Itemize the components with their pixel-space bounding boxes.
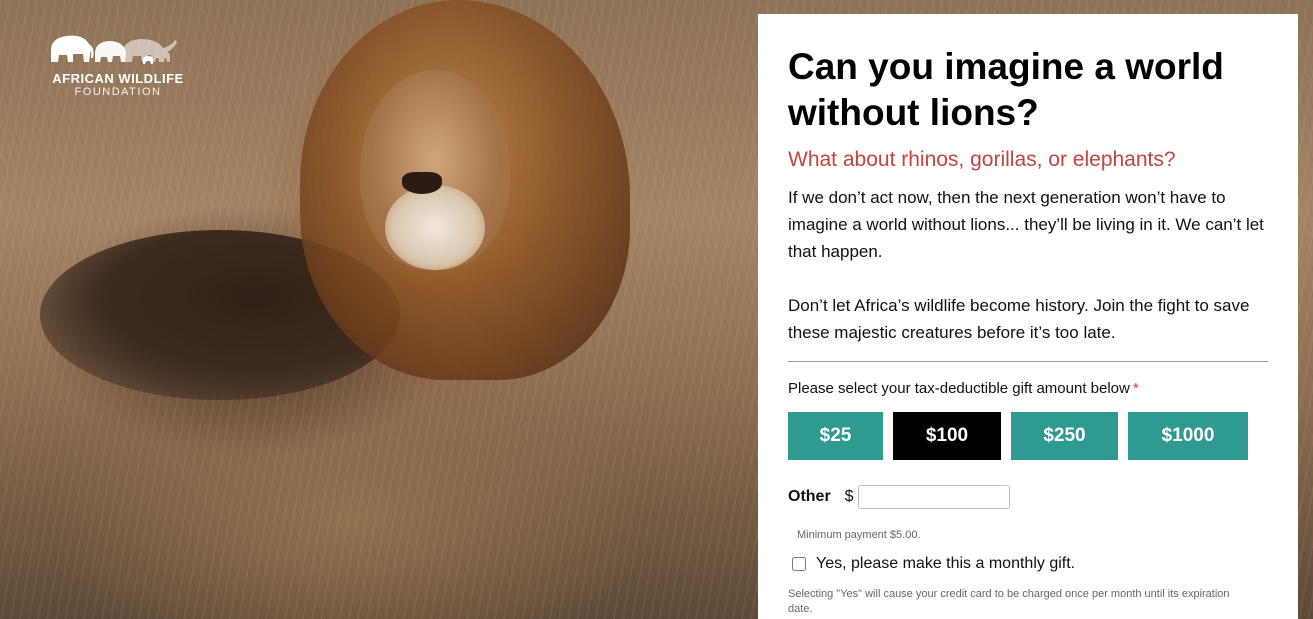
currency-symbol: $ [844, 488, 854, 505]
elephant-herd-logo-icon [51, 35, 177, 64]
gift-amount-label: Please select your tax-deductible gift a… [788, 380, 1268, 398]
gift-amount-options: $25 $100 $250 $1000 [788, 412, 1268, 460]
amount-button-250[interactable]: $250 [1011, 412, 1118, 460]
logo-title: AFRICAN WILDLIFE [52, 71, 184, 86]
other-amount-label: Other [788, 488, 831, 505]
appeal-paragraph-1: If we don’t act now, then the next gener… [788, 188, 1264, 261]
subheadline: What about rhinos, gorillas, or elephant… [788, 148, 1176, 171]
donation-page: AFRICAN WILDLIFE FOUNDATION Can you imag… [0, 0, 1313, 619]
other-amount-row: Other $ [788, 485, 1268, 509]
page-title: Can you imagine a world without lions? [788, 46, 1224, 133]
amount-button-100[interactable]: $100 [893, 412, 1001, 460]
lion-muzzle [385, 185, 485, 270]
minimum-payment-note: Minimum payment $5.00. [797, 529, 921, 541]
monthly-gift-row: Yes, please make this a monthly gift. [788, 555, 1268, 573]
divider [788, 361, 1268, 362]
site-logo[interactable]: AFRICAN WILDLIFE FOUNDATION [38, 28, 198, 98]
other-amount-input[interactable] [857, 485, 1010, 509]
amount-button-25[interactable]: $25 [788, 412, 883, 460]
gift-amount-label-text: Please select your tax-deductible gift a… [788, 380, 1130, 397]
logo-subtitle: FOUNDATION [74, 86, 162, 98]
monthly-gift-checkbox[interactable] [792, 557, 806, 571]
amount-button-1000[interactable]: $1000 [1128, 412, 1248, 460]
appeal-paragraph-2: Don’t let Africa’s wildlife become histo… [788, 296, 1250, 342]
required-asterisk: * [1132, 380, 1139, 397]
lion-nose [402, 172, 442, 194]
monthly-gift-label[interactable]: Yes, please make this a monthly gift. [816, 555, 1075, 573]
monthly-gift-note: Selecting "Yes" will cause your credit c… [788, 588, 1230, 615]
donation-form-panel: Can you imagine a world without lions? W… [758, 14, 1298, 619]
